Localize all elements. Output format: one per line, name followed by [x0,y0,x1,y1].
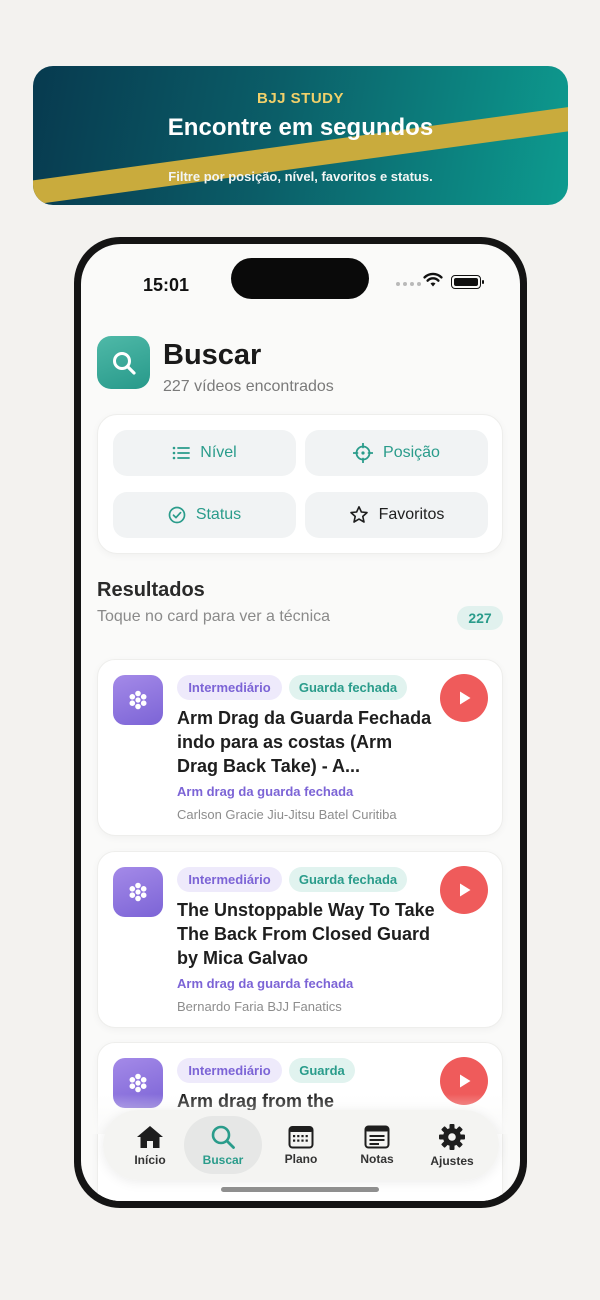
tab-home-label: Início [134,1152,166,1167]
filter-position-button[interactable]: Posição [305,430,488,476]
play-button[interactable] [440,674,488,722]
filter-position-label: Posição [383,444,440,461]
position-tag: Guarda [289,1058,355,1083]
filter-panel: Nível Posição Status Favoritos [97,414,503,554]
technique-name: Arm drag da guarda fechada [177,976,354,991]
tab-home[interactable]: Início [111,1116,189,1174]
tab-bar: Início Buscar Plano Notas Ajustes [103,1110,499,1180]
tab-notes[interactable]: Notas [338,1116,416,1174]
banner-title: Encontre em segundos [167,114,434,141]
filter-favorites-label: Favoritos [378,506,445,523]
tab-plan[interactable]: Plano [262,1116,340,1174]
filter-status-button[interactable]: Status [113,492,296,538]
play-icon [460,883,471,897]
play-button[interactable] [440,866,488,914]
calendar-icon [288,1125,314,1148]
search-icon [97,336,150,389]
level-tag: Intermediário [177,675,282,700]
star-icon [349,506,368,523]
notes-icon [364,1125,390,1148]
technique-name: Arm drag da guarda fechada [177,784,354,799]
list-icon [172,446,191,460]
position-tag: Guarda fechada [289,675,407,700]
phone-screen: 15:01 Buscar 227 vídeos encontrados Níve… [81,244,520,1201]
channel-name: Bernardo Faria BJJ Fanatics [177,999,342,1014]
filter-level-button[interactable]: Nível [113,430,296,476]
results-heading: Resultados [97,579,205,601]
result-card[interactable]: Intermediário Guarda fechada The Unstopp… [97,851,503,1028]
play-icon [460,691,471,705]
dynamic-island [231,258,369,299]
play-icon [460,1074,471,1088]
wifi-icon [423,272,443,287]
filter-level-label: Nível [200,444,237,461]
crosshair-icon [353,443,374,463]
banner-stripe [33,93,568,205]
level-tag: Intermediário [177,1058,282,1083]
promo-banner: BJJ STUDY Encontre em segundos Filtre po… [33,66,568,205]
results-hint: Toque no card para ver a técnica [97,608,331,625]
tab-settings[interactable]: Ajustes [413,1116,491,1174]
signal-icon [396,282,421,286]
tab-search-label: Buscar [202,1152,244,1167]
result-card[interactable]: Intermediário Guarda fechada Arm Drag da… [97,659,503,836]
tab-settings-label: Ajustes [430,1153,474,1168]
tab-notes-label: Notas [360,1151,394,1166]
technique-icon [113,867,163,917]
home-indicator [221,1187,379,1192]
status-time: 15:01 [143,275,190,295]
results-count-badge: 227 [457,606,503,630]
gear-icon [439,1123,465,1150]
search-icon [211,1125,235,1149]
filter-status-label: Status [195,506,242,523]
technique-icon [113,675,163,725]
channel-name: Carlson Gracie Jiu-Jitsu Batel Curitiba [177,807,397,822]
tab-search[interactable]: Buscar [184,1116,262,1174]
video-title: The Unstoppable Way To Take The Back Fro… [177,900,435,968]
position-tag: Guarda fechada [289,867,407,892]
banner-subtitle: Filtre por posição, nível, favoritos e s… [168,169,433,184]
home-icon [137,1125,163,1148]
level-tag: Intermediário [177,867,282,892]
filter-favorites-button[interactable]: Favoritos [305,492,488,538]
battery-icon [451,275,484,289]
tab-plan-label: Plano [284,1151,318,1166]
page-title: Buscar [163,339,262,371]
results-count-subtitle: 227 vídeos encontrados [163,378,334,395]
phone-frame: 15:01 Buscar 227 vídeos encontrados Níve… [74,237,527,1208]
video-title: Arm Drag da Guarda Fechada indo para as … [177,708,432,776]
check-circle-icon [168,506,186,524]
banner-eyebrow: BJJ STUDY [256,90,345,107]
